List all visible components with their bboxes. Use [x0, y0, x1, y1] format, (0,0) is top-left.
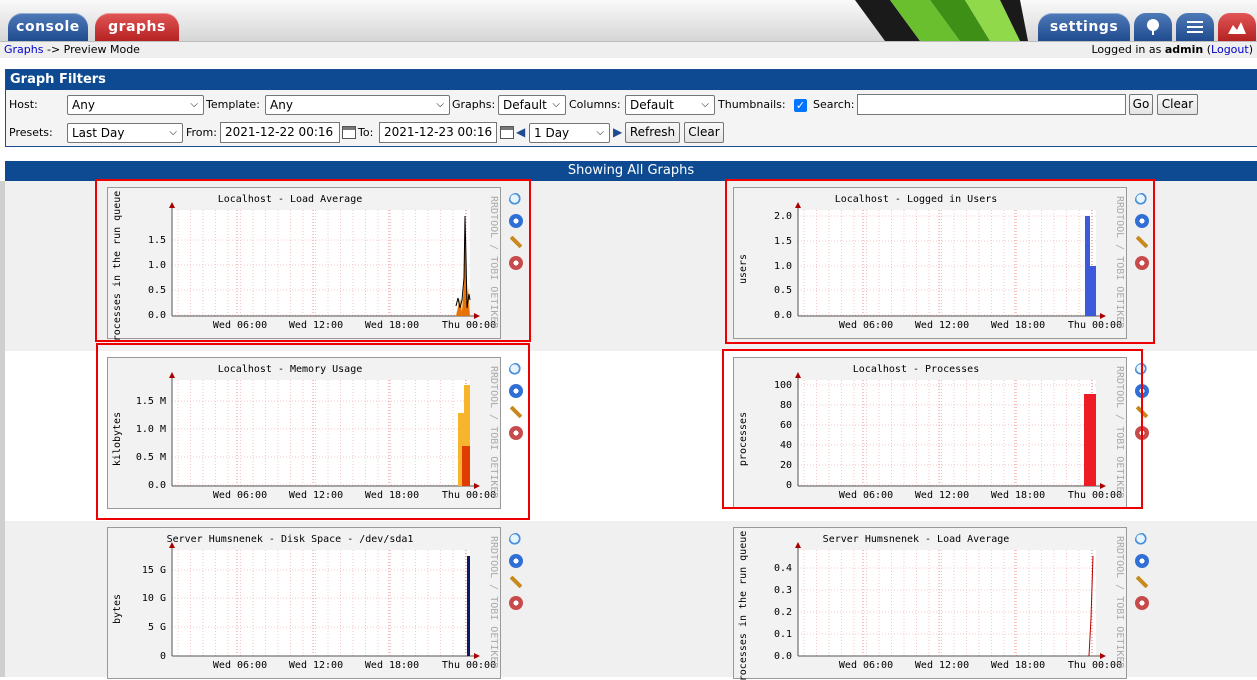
- presets-label: Presets:: [9, 126, 53, 139]
- clear-timespan-button[interactable]: Clear: [684, 122, 724, 143]
- list-icon: [1187, 21, 1203, 33]
- y-tick-label: 5 G: [148, 622, 166, 633]
- template-label: Template:: [206, 98, 260, 111]
- thumbnails-label: Thumbnails:: [718, 98, 786, 111]
- x-tick-label: Wed 06:00: [839, 660, 893, 671]
- y-tick-label: 0.4: [774, 563, 792, 574]
- breadcrumb-current: -> Preview Mode: [46, 43, 140, 56]
- from-date-input[interactable]: 2021-12-22 00:16: [220, 122, 340, 143]
- calendar-icon[interactable]: [500, 126, 514, 139]
- rrdtool-watermark: RRDTOOL / TOBI OETIKER: [1114, 536, 1125, 669]
- tab-settings[interactable]: settings: [1038, 13, 1130, 41]
- graph-actions: [509, 533, 525, 617]
- from-label: From:: [186, 126, 217, 139]
- preview-icon: [1228, 22, 1246, 34]
- x-tick-label: Thu 00:00: [1068, 660, 1122, 671]
- tab-graphs[interactable]: graphs: [95, 13, 179, 41]
- host-select[interactable]: Any ⌵: [67, 95, 204, 115]
- columns-label: Columns:: [569, 98, 621, 111]
- preview-view-button[interactable]: [1218, 13, 1256, 41]
- y-tick-label: 0.0: [774, 651, 792, 662]
- graph-actions: [1135, 533, 1151, 617]
- y-tick-label: 0.3: [774, 585, 792, 596]
- list-view-button[interactable]: [1176, 13, 1214, 41]
- y-tick-label: 0.1: [774, 629, 792, 640]
- username: admin: [1164, 43, 1204, 56]
- breadcrumb: Graphs -> Preview Mode: [4, 42, 140, 58]
- top-navigation: console graphs settings: [0, 0, 1257, 42]
- edit-graph-icon[interactable]: [1135, 575, 1149, 589]
- breadcrumb-graphs-link[interactable]: Graphs: [4, 43, 43, 56]
- chevron-down-icon: ⌵: [190, 99, 198, 110]
- highlight-box: [96, 343, 530, 520]
- to-date-input[interactable]: 2021-12-23 00:16: [379, 122, 497, 143]
- zoom-icon[interactable]: [509, 533, 523, 547]
- export-csv-icon[interactable]: [509, 554, 523, 568]
- graphs-select[interactable]: Default ⌵: [498, 95, 566, 115]
- tree-icon: [1147, 19, 1159, 35]
- login-status: Logged in as admin (Logout): [1091, 43, 1253, 56]
- x-tick-label: Wed 12:00: [289, 660, 343, 671]
- debug-graph-icon[interactable]: [509, 596, 523, 610]
- thumbnails-checkbox[interactable]: ✓: [794, 99, 807, 112]
- shift-left-icon[interactable]: ◀: [516, 125, 525, 139]
- chevron-down-icon: ⌵: [552, 99, 560, 110]
- x-tick-label: Wed 12:00: [915, 660, 969, 671]
- graphs-label: Graphs:: [452, 98, 496, 111]
- graph-thumbnail[interactable]: Server Humsnenek - Disk Space - /dev/sda…: [107, 527, 501, 679]
- rrdtool-watermark: RRDTOOL / TOBI OETIKER: [488, 536, 499, 669]
- columns-select[interactable]: Default ⌵: [625, 95, 715, 115]
- timespan-select[interactable]: 1 Day ⌵: [529, 123, 610, 143]
- search-input[interactable]: [857, 94, 1126, 115]
- calendar-icon[interactable]: [342, 126, 356, 139]
- x-tick-label: Wed 18:00: [991, 660, 1045, 671]
- debug-graph-icon[interactable]: [1135, 596, 1149, 610]
- export-csv-icon[interactable]: [1135, 554, 1149, 568]
- to-label: To:: [358, 126, 374, 139]
- clear-filter-button[interactable]: Clear: [1157, 94, 1198, 115]
- chevron-down-icon: ⌵: [436, 99, 444, 110]
- host-label: Host:: [9, 98, 38, 111]
- y-axis-label: bytes: [112, 594, 123, 624]
- tab-console[interactable]: console: [8, 13, 88, 41]
- highlight-box: [95, 179, 531, 342]
- shift-right-icon[interactable]: ▶: [613, 125, 622, 139]
- graph-filters-panel: Graph Filters Host: Any ⌵ Template: Any ⌵ …: [5, 69, 1257, 147]
- logout-link[interactable]: Logout: [1211, 43, 1249, 56]
- graph-title: Server Humsnenek - Disk Space - /dev/sda…: [167, 534, 414, 545]
- x-tick-label: Thu 00:00: [442, 660, 496, 671]
- graph-canvas: Server Humsnenek - Load Average processes…: [738, 531, 1125, 680]
- presets-select[interactable]: Last Day ⌵: [67, 123, 183, 143]
- zoom-icon[interactable]: [1135, 533, 1149, 547]
- chevron-down-icon: ⌵: [701, 99, 709, 110]
- graph-canvas: Server Humsnenek - Disk Space - /dev/sda…: [112, 534, 499, 671]
- x-tick-label: Wed 18:00: [365, 660, 419, 671]
- y-axis-label: processes in the run queue: [738, 531, 749, 680]
- graph-thumbnail[interactable]: Server Humsnenek - Load Average processes…: [733, 527, 1127, 680]
- refresh-button[interactable]: Refresh: [625, 122, 680, 143]
- tree-view-button[interactable]: [1134, 13, 1172, 41]
- template-select[interactable]: Any ⌵: [265, 95, 450, 115]
- x-tick-label: Wed 06:00: [213, 660, 267, 671]
- filter-row-2: Presets: Last Day ⌵ From: 2021-12-22 00:1…: [6, 122, 1256, 144]
- go-button[interactable]: Go: [1129, 94, 1153, 115]
- highlight-box: [725, 179, 1155, 344]
- edit-graph-icon[interactable]: [509, 575, 523, 589]
- breadcrumb-bar: Graphs -> Preview Mode Logged in as admi…: [0, 42, 1257, 58]
- search-label: Search:: [813, 98, 855, 111]
- graph-title: Server Humsnenek - Load Average: [823, 534, 1010, 545]
- chevron-down-icon: ⌵: [169, 127, 177, 138]
- filter-row-1: Host: Any ⌵ Template: Any ⌵ Graphs: Defaul…: [6, 94, 1256, 116]
- chevron-down-icon: ⌵: [596, 127, 604, 138]
- graph-filters-title: Graph Filters: [6, 70, 1257, 90]
- brand-swoosh: [855, 0, 1028, 41]
- highlight-box: [722, 349, 1143, 509]
- y-tick-label: 0.2: [774, 607, 792, 618]
- y-tick-label: 15 G: [142, 565, 166, 576]
- y-tick-label: 10 G: [142, 593, 166, 604]
- y-tick-label: 0: [160, 651, 166, 662]
- showing-all-graphs-header: Showing All Graphs: [5, 161, 1257, 181]
